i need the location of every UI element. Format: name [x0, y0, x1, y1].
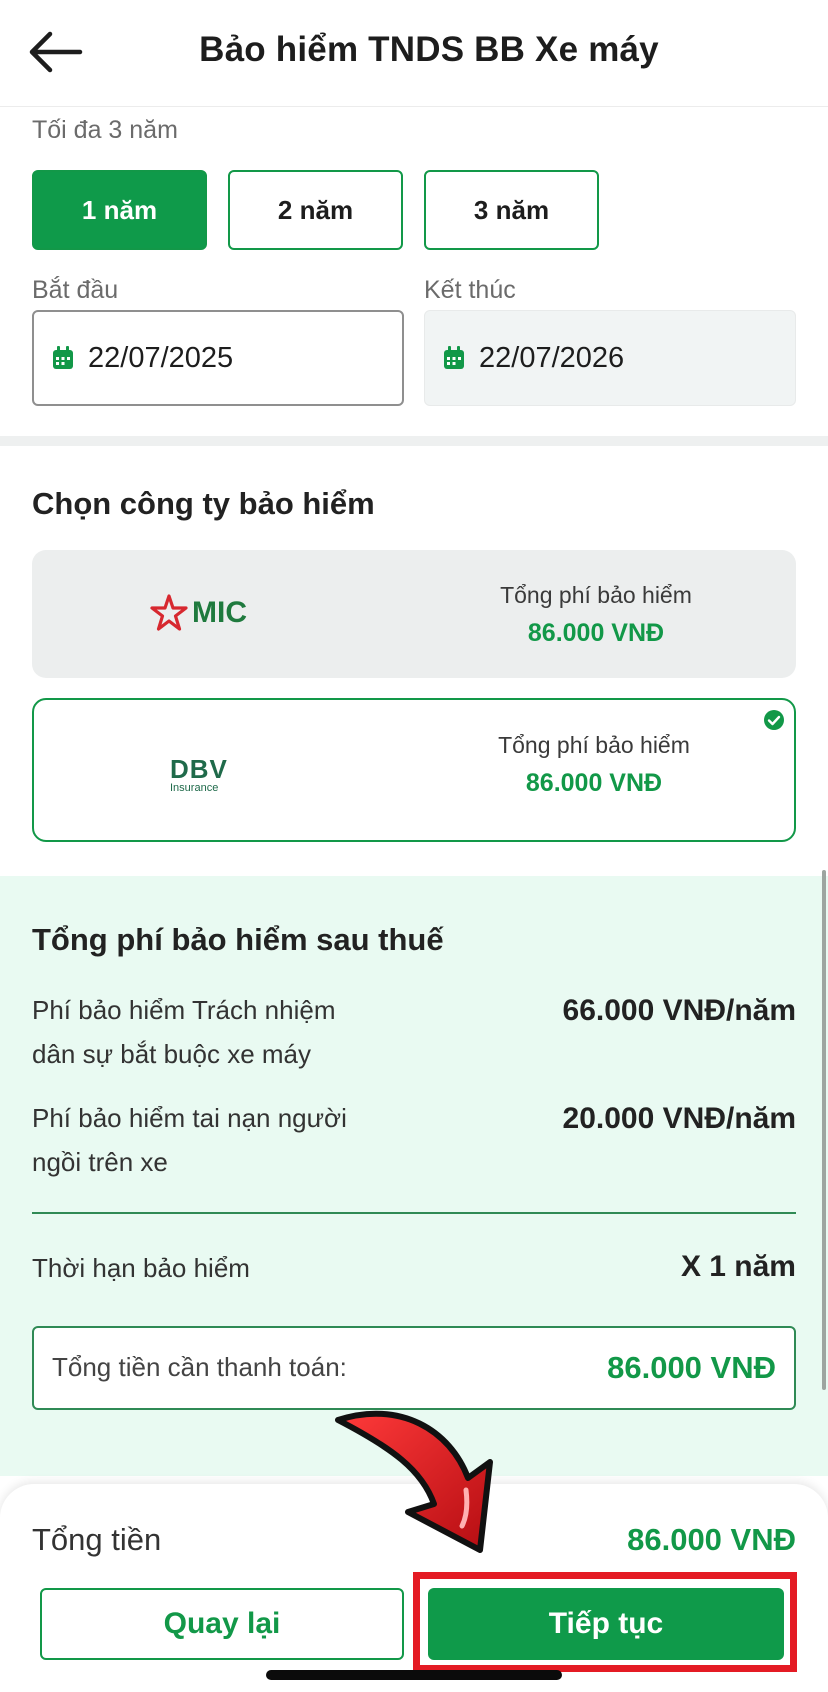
payment-total-value: 86.000 VNĐ: [607, 1350, 776, 1385]
insurer-section-title: Chọn công ty bảo hiểm: [32, 486, 375, 521]
mic-logo: MIC: [150, 594, 247, 632]
term-label: Thời hạn bảo hiểm: [32, 1253, 250, 1283]
mic-logo-text: MIC: [192, 596, 247, 629]
continue-highlight-frame: [413, 1572, 797, 1672]
insurer-card-dbv[interactable]: DBV Insurance Tổng phí bảo hiểm 86.000 V…: [32, 698, 796, 842]
fee-row-value: 20.000 VNĐ/năm: [562, 1102, 796, 1135]
page-title: Bảo hiểm TNDS BB Xe máy: [199, 30, 659, 69]
app-header: Bảo hiểm TNDS BB Xe máy: [0, 0, 828, 107]
end-date-label: Kết thúc: [424, 276, 516, 304]
home-indicator: [266, 1670, 562, 1680]
dbv-logo-sub: Insurance: [170, 782, 219, 794]
dbv-fee-value: 86.000 VNĐ: [525, 769, 663, 797]
fee-row-label-line: Phí bảo hiểm Trách nhiệm: [32, 995, 336, 1025]
insurer-card-mic[interactable]: MIC Tổng phí bảo hiểm 86.000 VNĐ: [32, 550, 796, 678]
calendar-icon: [444, 346, 464, 369]
selected-check-icon: [764, 710, 784, 730]
end-date-field: 22/07/2026: [424, 310, 796, 406]
fee-row-label: Phí bảo hiểm tai nạn người ngồi trên xe: [32, 1096, 432, 1184]
calendar-icon: [53, 346, 73, 369]
start-date-label: Bắt đầu: [32, 276, 119, 304]
fee-row-label-line: Phí bảo hiểm tai nạn người: [32, 1103, 347, 1133]
mic-fee-label: Tổng phí bảo hiểm: [500, 582, 692, 608]
annotation-arrow-icon: [335, 1410, 493, 1553]
end-date-value: 22/07/2026: [479, 341, 625, 374]
fee-row-label-line: ngồi trên xe: [32, 1147, 168, 1177]
mic-fee-value: 86.000 VNĐ: [527, 619, 665, 647]
payment-total-label: Tổng tiền cần thanh toán:: [52, 1352, 347, 1382]
start-date-field[interactable]: 22/07/2025: [32, 310, 404, 406]
footer-total-value: 86.000 VNĐ: [627, 1522, 796, 1557]
dbv-logo: DBV Insurance: [170, 756, 228, 794]
dbv-fee: Tổng phí bảo hiểm 86.000 VNĐ: [394, 732, 794, 798]
fee-row-label-line: dân sự bắt buộc xe máy: [32, 1039, 312, 1069]
footer-total-label: Tổng tiền: [32, 1522, 162, 1557]
duration-label: Tối đa 3 năm: [32, 116, 178, 144]
summary-separator: [32, 1212, 796, 1214]
payment-total-box: Tổng tiền cần thanh toán: 86.000 VNĐ: [32, 1326, 796, 1410]
duration-1-year-button[interactable]: 1 năm: [32, 170, 207, 250]
fee-summary-panel: Tổng phí bảo hiểm sau thuế Phí bảo hiểm …: [0, 876, 828, 1476]
term-value: X 1 năm: [680, 1250, 796, 1283]
dbv-logo-text: DBV: [170, 754, 228, 784]
summary-title: Tổng phí bảo hiểm sau thuế: [32, 922, 444, 957]
mic-fee: Tổng phí bảo hiểm 86.000 VNĐ: [396, 582, 796, 648]
scrollbar[interactable]: [822, 870, 826, 1390]
dbv-fee-label: Tổng phí bảo hiểm: [498, 732, 690, 758]
fee-row-label: Phí bảo hiểm Trách nhiệm dân sự bắt buộc…: [32, 988, 432, 1076]
section-divider: [0, 436, 828, 446]
fee-row-value: 66.000 VNĐ/năm: [562, 994, 796, 1027]
mic-star-icon: [150, 594, 188, 631]
back-button[interactable]: Quay lại: [40, 1588, 404, 1660]
duration-2-year-button[interactable]: 2 năm: [228, 170, 403, 250]
start-date-value: 22/07/2025: [88, 341, 234, 374]
duration-3-year-button[interactable]: 3 năm: [424, 170, 599, 250]
